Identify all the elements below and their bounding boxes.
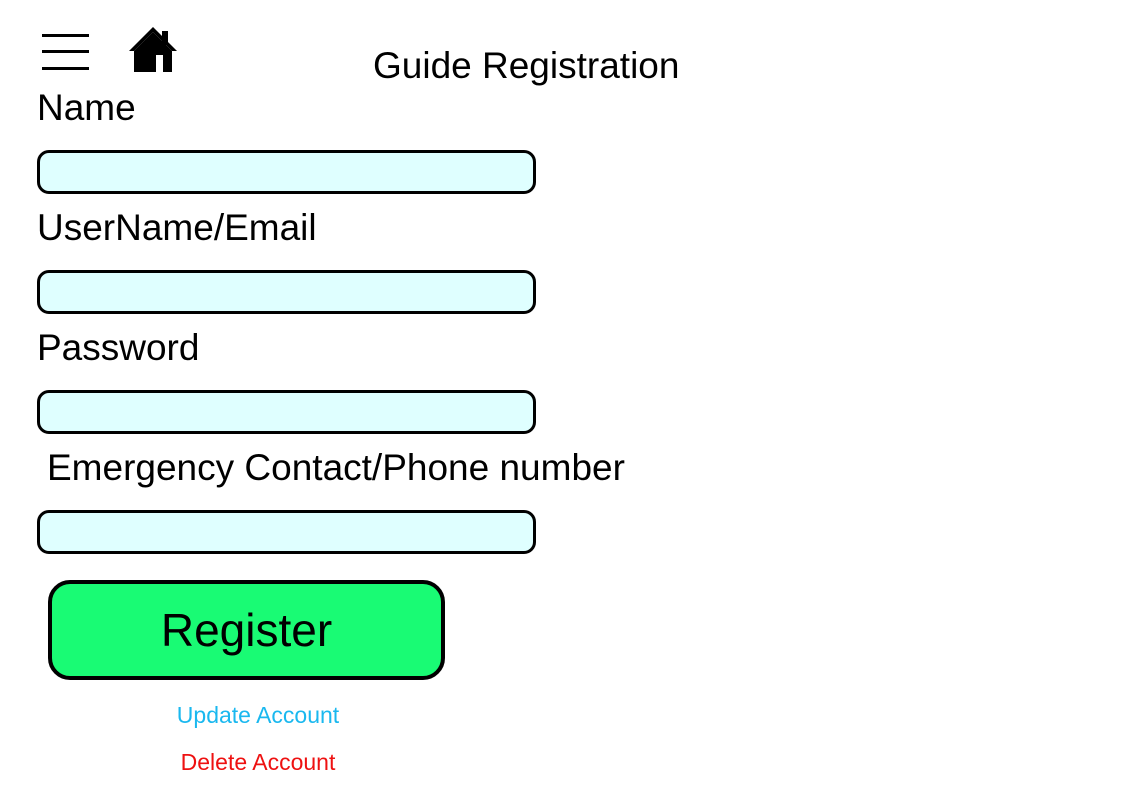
menu-bar-middle [42, 50, 89, 53]
emergency-contact-label: Emergency Contact/Phone number [47, 447, 625, 488]
name-input[interactable] [37, 150, 536, 194]
home-icon[interactable] [128, 26, 178, 74]
username-email-label: UserName/Email [37, 207, 317, 248]
home-icon-graphic [129, 27, 177, 72]
page-title: Guide Registration [373, 45, 680, 86]
menu-bar-bottom [42, 67, 89, 70]
delete-account-link[interactable]: Delete Account [181, 748, 336, 776]
menu-icon[interactable] [42, 31, 90, 73]
emergency-contact-input[interactable] [37, 510, 536, 554]
username-email-input[interactable] [37, 270, 536, 314]
password-input[interactable] [37, 390, 536, 434]
password-label: Password [37, 327, 200, 368]
menu-bar-top [42, 34, 89, 37]
register-button[interactable]: Register [48, 580, 445, 680]
update-account-link[interactable]: Update Account [177, 701, 339, 729]
name-label: Name [37, 87, 136, 128]
